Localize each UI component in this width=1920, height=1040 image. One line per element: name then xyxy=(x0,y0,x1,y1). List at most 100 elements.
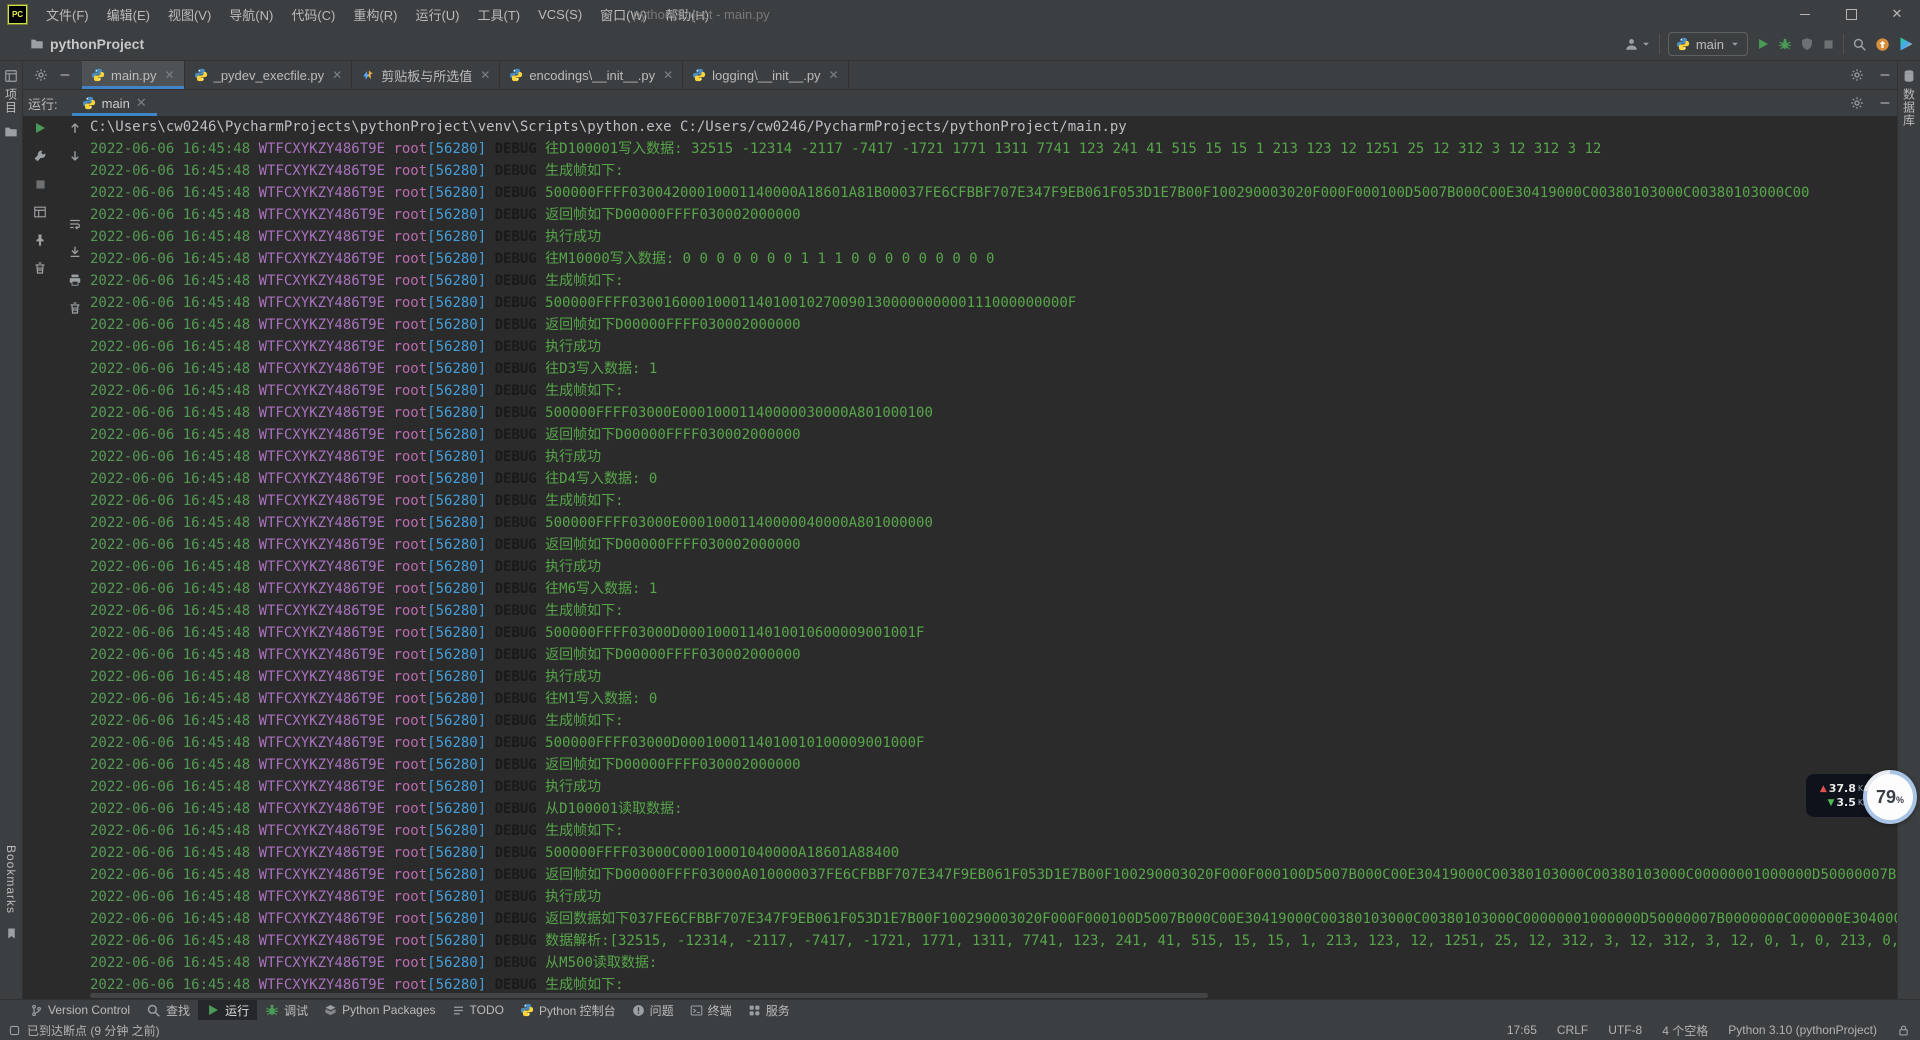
navigation-toolbar: pythonProject main xyxy=(0,28,1920,61)
status-widget[interactable]: CRLF xyxy=(1557,1023,1588,1037)
console-log-line: 2022-06-06 16:45:48 WTFCXYKZY486T9E root… xyxy=(90,446,1898,468)
run-tab-main[interactable]: main ✕ xyxy=(72,90,157,116)
run-settings-gear-icon[interactable] xyxy=(1850,96,1864,110)
close-icon[interactable]: ✕ xyxy=(332,68,342,82)
editor-hide-icon[interactable] xyxy=(1878,68,1892,82)
console-command-line: C:\Users\cw0246\PycharmProjects\pythonPr… xyxy=(90,116,1898,138)
folder-icon xyxy=(4,125,18,139)
rerun-button-icon[interactable] xyxy=(33,121,47,135)
tool-window-button-运行[interactable]: 运行 xyxy=(198,1000,257,1020)
maximize-button[interactable] xyxy=(1828,0,1874,28)
close-button-icon[interactable] xyxy=(33,261,47,275)
close-icon[interactable]: ✕ xyxy=(829,68,839,82)
stripe-project-tab[interactable]: 项目 xyxy=(0,69,22,139)
restore-layout-button-icon[interactable] xyxy=(33,205,47,219)
toolbar-separator xyxy=(1659,34,1660,54)
run-configuration-select[interactable]: main xyxy=(1668,32,1748,56)
gradient-ide-icon[interactable] xyxy=(1898,36,1914,52)
stripe-bookmarks-tab[interactable]: Bookmarks xyxy=(0,845,22,940)
editor-tab[interactable]: _pydev_execfile.py✕ xyxy=(185,61,353,89)
python-icon xyxy=(1676,37,1690,51)
print-button-icon[interactable] xyxy=(68,273,82,287)
console-log-line: 2022-06-06 16:45:48 WTFCXYKZY486T9E root… xyxy=(90,336,1898,358)
menu-item[interactable]: VCS(S) xyxy=(529,0,591,28)
close-button[interactable]: ✕ xyxy=(1874,0,1920,28)
coverage-button[interactable] xyxy=(1800,37,1814,51)
project-folder-icon xyxy=(30,37,44,51)
tool-window-button-调试[interactable]: 调试 xyxy=(257,1000,316,1020)
editor-tab[interactable]: 剪贴板与所选值 ✕ xyxy=(352,61,500,89)
editor-tab[interactable]: logging\__init__.py ✕ xyxy=(683,61,848,89)
project-breadcrumb[interactable]: pythonProject xyxy=(50,36,144,52)
tool-window-button-终端[interactable]: 终端 xyxy=(682,1000,740,1020)
tool-window-label: 调试 xyxy=(284,1002,308,1019)
editor-tab[interactable]: main.py✕ xyxy=(82,61,185,89)
chevron-down-icon xyxy=(1730,39,1740,49)
menu-item[interactable]: 视图(V) xyxy=(159,0,220,28)
status-widget[interactable]: 4 个空格 xyxy=(1662,1022,1708,1039)
minimize-icon xyxy=(1800,14,1810,15)
console-log-line: 2022-06-06 16:45:48 WTFCXYKZY486T9E root… xyxy=(90,512,1898,534)
menu-item[interactable]: 代码(C) xyxy=(282,0,344,28)
menu-item[interactable]: 运行(U) xyxy=(406,0,468,28)
close-icon[interactable]: ✕ xyxy=(165,68,175,82)
debug-button[interactable] xyxy=(1778,37,1792,51)
stop-button[interactable] xyxy=(1822,38,1835,51)
menu-item[interactable]: 文件(F) xyxy=(37,0,98,28)
status-widget[interactable]: 17:65 xyxy=(1507,1023,1537,1037)
tool-window-button-python-控制台[interactable]: Python 控制台 xyxy=(512,1000,624,1020)
tab-settings-gear-icon[interactable] xyxy=(34,68,48,82)
tool-window-button-查找[interactable]: 查找 xyxy=(138,1000,198,1020)
editor-tab-label: 剪贴板与所选值 xyxy=(381,66,472,85)
tool-window-button-python-packages[interactable]: Python Packages xyxy=(316,1000,443,1020)
stop-process-button-icon[interactable] xyxy=(34,178,47,191)
status-widget[interactable]: UTF-8 xyxy=(1608,1023,1642,1037)
close-icon[interactable]: ✕ xyxy=(663,68,673,82)
run-hide-icon[interactable] xyxy=(1878,96,1892,110)
menu-item[interactable]: 编辑(E) xyxy=(98,0,159,28)
close-icon[interactable]: ✕ xyxy=(136,95,147,111)
clear-all-button-icon[interactable] xyxy=(68,301,82,315)
tool-window-button-服务[interactable]: 服务 xyxy=(740,1000,798,1020)
readonly-lock-icon[interactable] xyxy=(1897,1024,1910,1037)
update-project-icon[interactable] xyxy=(1875,37,1890,52)
console-output[interactable]: C:\Users\cw0246\PycharmProjects\pythonPr… xyxy=(90,116,1898,1001)
soft-wrap-button-icon[interactable] xyxy=(68,217,82,231)
editor-tab[interactable]: encodings\__init__.py ✕ xyxy=(500,61,683,89)
minimize-button[interactable] xyxy=(1782,0,1828,28)
console-log-line: 2022-06-06 16:45:48 WTFCXYKZY486T9E root… xyxy=(90,204,1898,226)
stripe-database-tab[interactable]: 数据库 xyxy=(1898,69,1920,127)
console-log-line: 2022-06-06 16:45:48 WTFCXYKZY486T9E root… xyxy=(90,798,1898,820)
status-widget[interactable]: Python 3.10 (pythonProject) xyxy=(1728,1023,1877,1037)
error-icon xyxy=(632,1004,645,1017)
horizontal-scrollbar[interactable] xyxy=(90,993,1208,998)
editor-tab-label: encodings\__init__.py xyxy=(529,68,655,83)
tool-window-button-todo[interactable]: TODO xyxy=(444,1000,512,1020)
scroll-to-end-button-icon[interactable] xyxy=(68,245,82,259)
tool-window-label: Python 控制台 xyxy=(539,1002,616,1019)
status-right-group: 17:65 CRLF UTF-8 4 个空格 Python 3.10 (pythonPr… xyxy=(1507,1022,1910,1039)
editor-tab-label: logging\__init__.py xyxy=(712,68,820,83)
toolbar-right-group: main xyxy=(1624,28,1914,60)
tool-window-button-问题[interactable]: 问题 xyxy=(624,1000,682,1020)
console-log-line: 2022-06-06 16:45:48 WTFCXYKZY486T9E root… xyxy=(90,248,1898,270)
modify-run-config-button-icon[interactable] xyxy=(33,149,47,163)
search-everywhere-icon[interactable] xyxy=(1852,37,1867,52)
menu-item[interactable]: 重构(R) xyxy=(344,0,406,28)
editor-options-gear-icon[interactable] xyxy=(1850,68,1864,82)
menu-item[interactable]: 工具(T) xyxy=(468,0,529,28)
pycharm-logo-icon: PC xyxy=(8,5,27,24)
close-icon[interactable]: ✕ xyxy=(480,68,490,82)
console-log-line: 2022-06-06 16:45:48 WTFCXYKZY486T9E root… xyxy=(90,930,1898,952)
run-button[interactable] xyxy=(1756,37,1770,51)
pin-tab-button-icon[interactable] xyxy=(33,233,47,247)
console-log-line: 2022-06-06 16:45:48 WTFCXYKZY486T9E root… xyxy=(90,226,1898,248)
menu-item[interactable]: 导航(N) xyxy=(220,0,282,28)
hide-panel-icon[interactable] xyxy=(58,68,72,82)
user-profile-icon[interactable] xyxy=(1624,37,1639,52)
console-log-line: 2022-06-06 16:45:48 WTFCXYKZY486T9E root… xyxy=(90,160,1898,182)
tool-window-button-version-control[interactable]: Version Control xyxy=(22,1000,138,1020)
up-stack-trace-button-icon[interactable] xyxy=(68,121,82,135)
user-dropdown-caret-icon[interactable] xyxy=(1641,39,1651,49)
down-stack-trace-button-icon[interactable] xyxy=(68,149,82,163)
